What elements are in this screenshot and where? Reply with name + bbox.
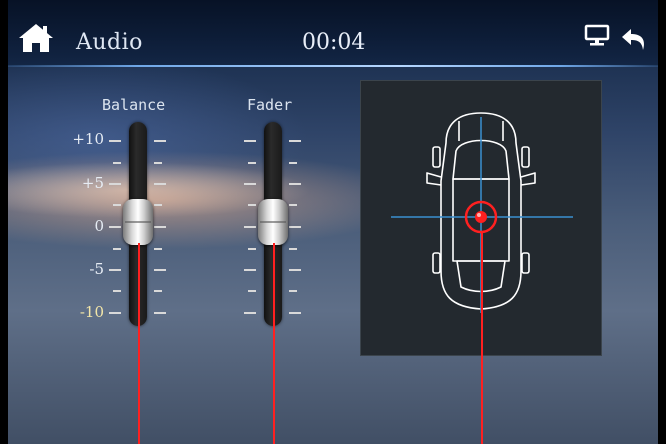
scale-label-minus10: -10 [79,303,104,321]
scale-label-minus5: -5 [89,260,104,278]
clock: 00:04 [302,30,366,55]
title-divider [8,65,658,67]
scale-label-plus5: +5 [81,174,104,192]
monitor-icon[interactable] [584,24,610,46]
balance-pointer-line [138,243,140,444]
focus-point[interactable] [475,211,487,223]
title-bar: Audio 00:04 [8,0,658,67]
balance-label: Balance [102,96,166,114]
balance-slider-knob[interactable] [123,199,153,245]
fader-label: Fader [247,96,293,114]
back-arrow-icon[interactable] [620,26,648,52]
page-title: Audio [76,30,143,55]
fader-pointer-line [273,243,275,444]
position-pointer-line [481,231,483,444]
home-icon[interactable] [18,22,54,54]
scale-label-zero: 0 [94,217,104,235]
audio-screen: Audio 00:04 Balance +10 +5 0 -5 -10 Fade… [8,0,658,444]
fader-slider-knob[interactable] [258,199,288,245]
scale-label-plus10: +10 [72,130,104,148]
